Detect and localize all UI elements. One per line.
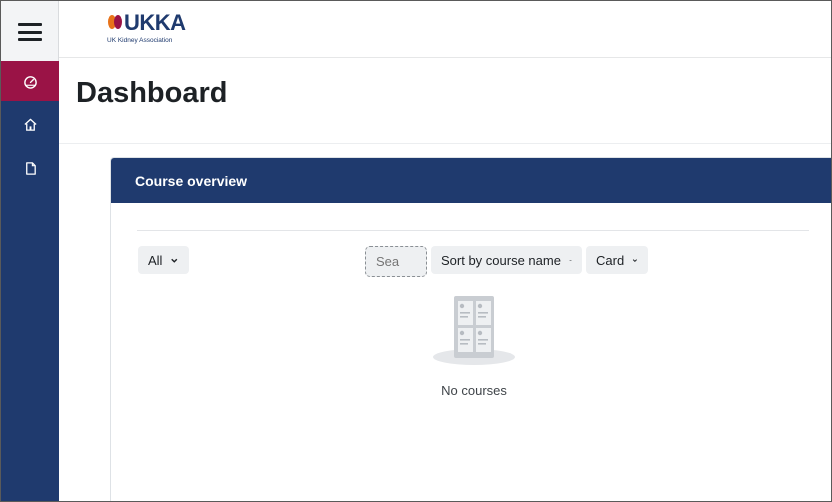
site-logo[interactable]: UKKA UK Kidney Association [107, 10, 217, 50]
file-icon [25, 161, 36, 175]
chevron-down-icon [633, 258, 638, 262]
rail-item-file[interactable] [1, 148, 59, 188]
home-icon [23, 118, 37, 131]
dashboard-icon [23, 75, 37, 89]
course-overview-block: Course overview All Sort by course name … [110, 157, 831, 501]
top-navbar: UKKA UK Kidney Association [59, 1, 831, 58]
drawer-rail [1, 1, 59, 501]
chevron-down-icon [569, 259, 572, 261]
course-overview-header: Course overview [111, 158, 831, 203]
filter-dropdown[interactable]: All [138, 246, 189, 274]
logo-subtitle: UK Kidney Association [107, 37, 173, 44]
view-label: Card [596, 252, 625, 268]
no-courses-illustration-icon [433, 296, 515, 365]
filter-label: All [148, 252, 163, 268]
sort-label: Sort by course name [441, 252, 561, 268]
logo-text: UKKA [124, 10, 186, 35]
search-input[interactable] [365, 246, 427, 277]
chevron-down-icon [171, 258, 178, 263]
block-divider [137, 230, 809, 231]
empty-state-text: No courses [441, 383, 507, 398]
app-window: UKKA UK Kidney Association Dashboard Cou… [0, 0, 832, 502]
page-title: Dashboard [76, 77, 228, 109]
rail-item-home[interactable] [1, 104, 59, 144]
sort-dropdown[interactable]: Sort by course name [431, 246, 582, 274]
kidney-logo-icon [108, 15, 122, 29]
hamburger-icon[interactable] [17, 23, 42, 41]
view-dropdown[interactable]: Card [586, 246, 648, 274]
course-overview-title: Course overview [135, 172, 248, 189]
drawer-toggle-area [1, 1, 59, 63]
rail-item-dashboard[interactable] [1, 61, 59, 101]
header-separator [59, 143, 831, 144]
